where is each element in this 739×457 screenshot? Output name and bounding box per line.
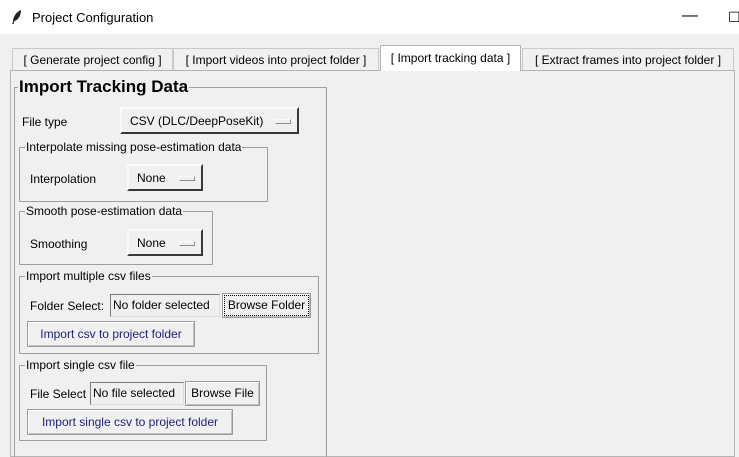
file-type-dropdown[interactable]: CSV (DLC/DeepPoseKit) bbox=[120, 107, 299, 134]
file-type-label: File type bbox=[22, 115, 68, 129]
tab-extract-frames[interactable]: [ Extract frames into project folder ] bbox=[522, 48, 734, 70]
file-type-value: CSV (DLC/DeepPoseKit) bbox=[130, 114, 264, 128]
maximize-button[interactable]: ☐ bbox=[728, 5, 739, 29]
dropdown-indicator-icon bbox=[275, 119, 291, 124]
file-path-field[interactable]: No file selected bbox=[90, 382, 184, 405]
interpolation-label: Interpolation bbox=[30, 172, 97, 186]
folder-select-label: Folder Select: bbox=[30, 299, 105, 313]
smooth-legend: Smooth pose-estimation data bbox=[25, 204, 184, 218]
smoothing-dropdown[interactable]: None bbox=[127, 229, 203, 256]
tab-generate-project-config[interactable]: [ Generate project config ] bbox=[12, 48, 173, 70]
interpolation-value: None bbox=[137, 171, 166, 185]
import-single-csv-button[interactable]: Import single csv to project folder bbox=[27, 409, 233, 435]
smoothing-label: Smoothing bbox=[30, 237, 88, 251]
import-single-legend: Import single csv file bbox=[25, 358, 136, 372]
smoothing-value: None bbox=[137, 236, 166, 250]
import-multiple-legend: Import multiple csv files bbox=[25, 269, 152, 283]
window-title: Project Configuration bbox=[32, 10, 154, 25]
feather-icon bbox=[10, 9, 24, 25]
file-select-label: File Select bbox=[30, 387, 87, 401]
dropdown-indicator-icon bbox=[179, 176, 195, 181]
dropdown-indicator-icon bbox=[179, 241, 195, 246]
browse-file-button[interactable]: Browse File bbox=[185, 381, 260, 406]
folder-path-field[interactable]: No folder selected bbox=[110, 294, 220, 317]
interpolate-legend: Interpolate missing pose-estimation data bbox=[25, 140, 243, 154]
import-tracking-data-heading: Import Tracking Data bbox=[18, 77, 190, 97]
minimize-button[interactable]: — bbox=[678, 5, 702, 29]
tab-import-tracking-data[interactable]: [ Import tracking data ] bbox=[380, 45, 521, 71]
import-csv-button[interactable]: Import csv to project folder bbox=[27, 321, 195, 347]
interpolation-dropdown[interactable]: None bbox=[127, 164, 203, 191]
browse-folder-button[interactable]: Browse Folder bbox=[222, 293, 311, 318]
tab-import-videos[interactable]: [ Import videos into project folder ] bbox=[173, 48, 379, 70]
title-bar: Project Configuration — ☐ bbox=[0, 0, 739, 34]
